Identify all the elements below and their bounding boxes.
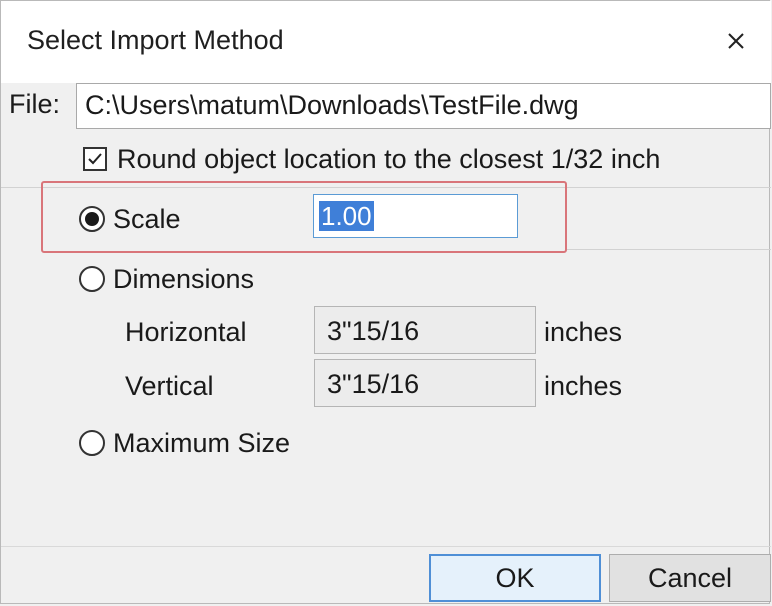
maximum-size-option[interactable]: Maximum Size [79,426,290,460]
round-location-checkbox[interactable] [83,147,107,171]
select-import-method-dialog: Select Import Method File: C:\Users\matu… [0,0,771,604]
vertical-label: Vertical [125,371,214,401]
dimensions-label: Dimensions [113,263,255,294]
vertical-unit: inches [544,371,623,401]
scale-input[interactable]: 1.00 [313,194,518,238]
file-path-field[interactable]: C:\Users\matum\Downloads\TestFile.dwg [76,83,771,129]
vertical-field[interactable]: 3"15/16 [314,359,536,407]
checkmark-icon [88,153,102,165]
cancel-button[interactable]: Cancel [609,554,771,602]
scale-radio[interactable] [79,206,105,232]
maximum-size-radio[interactable] [79,430,105,456]
file-label: File: [9,89,61,119]
round-location-option[interactable]: Round object location to the closest 1/3… [83,142,660,176]
scale-value: 1.00 [319,201,374,231]
dialog-title: Select Import Method [27,25,284,55]
scale-option[interactable]: Scale [79,202,181,236]
close-button[interactable] [713,21,759,61]
horizontal-field[interactable]: 3"15/16 [314,306,536,354]
dimensions-option[interactable]: Dimensions [79,262,254,296]
maximum-size-label: Maximum Size [113,427,291,458]
round-location-label: Round object location to the closest 1/3… [117,143,661,174]
close-icon [728,33,744,49]
title-bar: Select Import Method [1,1,771,83]
dimensions-radio[interactable] [79,266,105,292]
horizontal-unit: inches [544,317,623,347]
scale-label: Scale [113,203,181,234]
horizontal-label: Horizontal [125,317,247,347]
footer-divider [1,546,771,547]
section-divider-right [567,249,771,250]
ok-button[interactable]: OK [429,554,601,602]
